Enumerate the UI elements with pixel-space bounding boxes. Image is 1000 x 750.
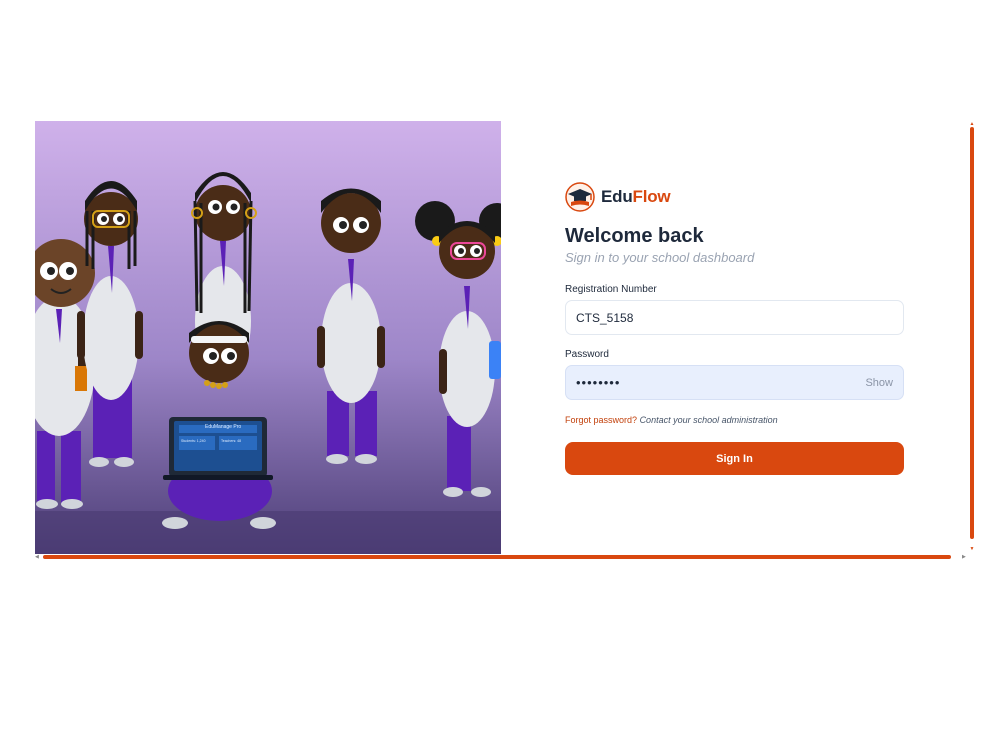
password-input[interactable]: •••••••• Show	[565, 365, 904, 400]
scroll-right-icon[interactable]: ▶	[962, 554, 966, 561]
scroll-down-icon[interactable]: ▼	[969, 546, 975, 552]
forgot-password-hint: Contact your school administration	[639, 415, 778, 425]
registration-label: Registration Number	[565, 284, 657, 295]
password-value: ••••••••	[576, 375, 621, 390]
registration-value: CTS_5158	[576, 310, 634, 325]
vertical-scroll-thumb[interactable]	[970, 127, 974, 539]
login-panel: EduFlow Welcome back Sign in to your sch…	[501, 121, 969, 554]
graduation-cap-icon	[565, 182, 595, 212]
forgot-password-link[interactable]: Forgot password?	[565, 415, 637, 425]
show-password-button[interactable]: Show	[865, 377, 893, 389]
login-window: EduManage Pro Students: 1,240 Teachers: …	[35, 121, 975, 561]
horizontal-scrollbar[interactable]: ◀ ▶	[35, 554, 969, 561]
brand-name: EduFlow	[601, 187, 671, 206]
laptop-stat-teachers: Teachers: 48	[221, 439, 242, 443]
page-subtitle: Sign in to your school dashboard	[565, 250, 755, 265]
password-label: Password	[565, 349, 609, 360]
forgot-password-row: Forgot password? Contact your school adm…	[565, 415, 778, 425]
horizontal-scroll-thumb[interactable]	[43, 555, 951, 559]
scroll-left-icon[interactable]: ◀	[35, 554, 39, 561]
registration-input[interactable]: CTS_5158	[565, 300, 904, 335]
brand-logo: EduFlow	[565, 182, 671, 212]
sign-in-button[interactable]: Sign In	[565, 442, 904, 475]
laptop-title: EduManage Pro	[205, 424, 242, 430]
vertical-scrollbar[interactable]: ▲ ▼	[969, 121, 975, 554]
laptop-stat-students: Students: 1,240	[181, 439, 206, 443]
students-illustration: EduManage Pro Students: 1,240 Teachers: …	[35, 121, 501, 554]
page-title: Welcome back	[565, 225, 704, 247]
